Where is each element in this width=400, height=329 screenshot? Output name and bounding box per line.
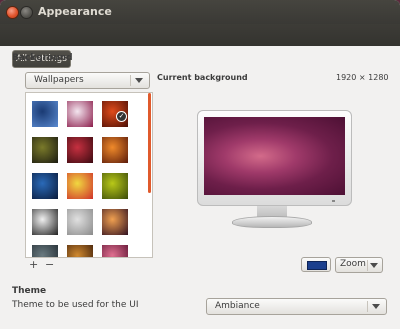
zoom-value: Zoom	[340, 259, 366, 269]
wallpaper-thumb-color-pencils[interactable]	[67, 173, 93, 199]
add-wallpaper-button[interactable]: +	[29, 258, 38, 271]
close-window-button[interactable]	[6, 6, 19, 19]
toolbar: All Settings	[0, 24, 400, 68]
background-section-label: Background	[12, 53, 73, 63]
chevron-down-icon	[135, 78, 143, 83]
monitor-stand-base	[232, 216, 312, 228]
combo-separator	[367, 301, 368, 312]
chevron-down-icon	[370, 263, 378, 268]
wallpaper-thumb-maroon-leaf[interactable]	[67, 137, 93, 163]
wallpaper-grid: ✓	[25, 92, 153, 258]
appearance-window: Appearance All Settings Background Wallp…	[0, 0, 400, 329]
wallpaper-thumb-dark-field[interactable]	[32, 137, 58, 163]
wallpaper-thumb-blue-curtain[interactable]	[32, 101, 58, 127]
background-color-button[interactable]	[301, 257, 331, 272]
wallpaper-thumb-bw-branch[interactable]	[32, 209, 58, 235]
theme-combo[interactable]: Ambiance	[206, 298, 387, 315]
wallpaper-thumb-pink-bokeh[interactable]	[67, 101, 93, 127]
minimize-window-button[interactable]	[20, 6, 33, 19]
window-title: Appearance	[38, 5, 112, 18]
wallpaper-thumb-orange-flower[interactable]	[102, 137, 128, 163]
wallpaper-thumb-white-lattice[interactable]	[67, 209, 93, 235]
background-source-combo[interactable]: Wallpapers	[25, 72, 150, 89]
background-source-value: Wallpapers	[34, 75, 84, 85]
combo-separator	[130, 75, 131, 86]
wallpaper-thumb-gray-clouds[interactable]	[32, 245, 58, 257]
wallpaper-thumb-dusk-sky[interactable]	[102, 209, 128, 235]
title-bar: Appearance	[0, 0, 400, 24]
wallpaper-scrollbar[interactable]	[148, 93, 151, 193]
background-preview-screen	[204, 117, 345, 195]
wallpaper-thumb-amber-light[interactable]	[67, 245, 93, 257]
theme-hint: Theme to be used for the UI	[12, 300, 139, 310]
chevron-down-icon	[372, 304, 380, 309]
selected-check-icon: ✓	[116, 111, 127, 122]
resolution-label: 1920 × 1280	[336, 73, 389, 82]
monitor-preview	[197, 110, 352, 206]
wallpaper-thumb-pink-dawn[interactable]	[102, 245, 128, 257]
combo-separator	[367, 260, 368, 271]
remove-wallpaper-button[interactable]: −	[45, 258, 54, 271]
theme-value: Ambiance	[215, 301, 260, 311]
power-led	[332, 200, 335, 202]
wallpaper-thumb-red-leaves[interactable]: ✓	[102, 101, 128, 127]
wallpaper-thumb-blue-sky-tree[interactable]	[32, 173, 58, 199]
wallpaper-thumb-green-leaf[interactable]	[102, 173, 128, 199]
zoom-combo[interactable]: Zoom	[335, 257, 383, 273]
theme-section-label: Theme	[12, 286, 47, 296]
current-background-label: Current background	[157, 73, 248, 82]
color-swatch	[307, 261, 327, 270]
